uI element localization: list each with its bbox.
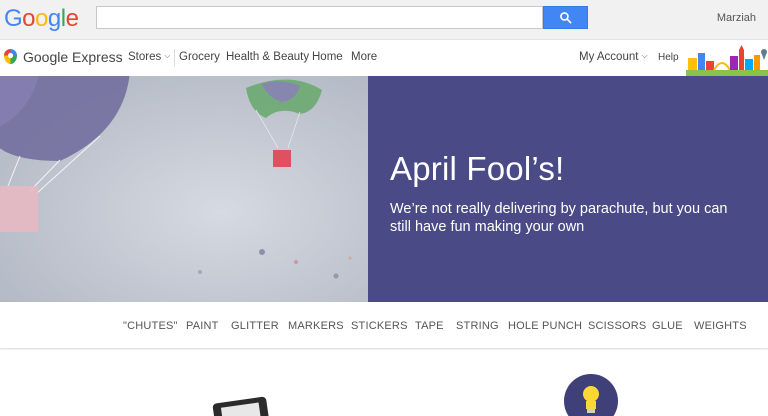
google-bar: Google Marziah	[0, 0, 768, 40]
logo-letter: o	[35, 5, 48, 32]
lightbulb-icon	[564, 374, 618, 416]
category-glitter[interactable]: GLITTER	[231, 320, 279, 332]
category-paint[interactable]: PAINT	[186, 320, 219, 332]
category-markers[interactable]: MARKERS	[288, 320, 344, 332]
nav-my-account[interactable]: My Account ⌵	[579, 51, 648, 63]
logo-letter: G	[4, 5, 23, 32]
user-name[interactable]: Marziah	[717, 12, 756, 24]
nav-home[interactable]: Home	[312, 51, 343, 63]
google-logo[interactable]: Google	[4, 5, 79, 33]
nav-stores[interactable]: Stores ⌵	[128, 51, 170, 63]
nav-stores-label: Stores	[128, 51, 162, 63]
chevron-down-icon: ⌵	[164, 51, 171, 60]
nav-help[interactable]: Help	[658, 52, 679, 63]
chevron-down-icon: ⌵	[641, 51, 648, 60]
category-string[interactable]: STRING	[456, 320, 499, 332]
category-strip: "CHUTES" PAINT GLITTER MARKERS STICKERS …	[0, 302, 768, 349]
express-brand: Google Express	[23, 48, 123, 65]
logo-letter: g	[47, 5, 61, 32]
hero-image	[0, 76, 368, 302]
logo-letter: e	[65, 5, 79, 32]
magnifier-icon	[560, 12, 572, 24]
category-glue[interactable]: GLUE	[652, 320, 683, 332]
city-skyline-icon	[686, 45, 768, 76]
express-nav: Google Express Stores ⌵ Grocery Health & …	[0, 40, 768, 76]
content-section	[0, 350, 768, 416]
hero-subtitle: We’re not really delivering by parachute…	[390, 201, 728, 235]
hero-panel: April Fool’s! We’re not really deliverin…	[368, 76, 768, 302]
phone-icon	[212, 396, 270, 416]
category-scissors[interactable]: SCISSORS	[588, 320, 646, 332]
search-input[interactable]	[96, 6, 543, 29]
category-chutes[interactable]: "CHUTES"	[123, 320, 178, 332]
category-weights[interactable]: WEIGHTS	[694, 320, 747, 332]
nav-my-account-label: My Account	[579, 51, 639, 63]
nav-more[interactable]: More	[351, 51, 377, 63]
category-tape[interactable]: TAPE	[415, 320, 444, 332]
express-logo[interactable]: Google Express	[3, 48, 123, 65]
category-stickers[interactable]: STICKERS	[351, 320, 408, 332]
category-hole-punch[interactable]: HOLE PUNCH	[508, 320, 582, 332]
hero-banner: April Fool’s! We’re not really deliverin…	[0, 76, 768, 302]
nav-divider	[174, 49, 175, 67]
express-logo-icon	[4, 49, 17, 64]
nav-grocery[interactable]: Grocery	[179, 51, 220, 63]
hero-title: April Fool’s!	[390, 150, 565, 187]
parachute-illustration	[0, 76, 352, 279]
nav-health-beauty[interactable]: Health & Beauty	[226, 51, 309, 63]
search-button[interactable]	[543, 6, 588, 29]
logo-letter: o	[22, 5, 36, 32]
